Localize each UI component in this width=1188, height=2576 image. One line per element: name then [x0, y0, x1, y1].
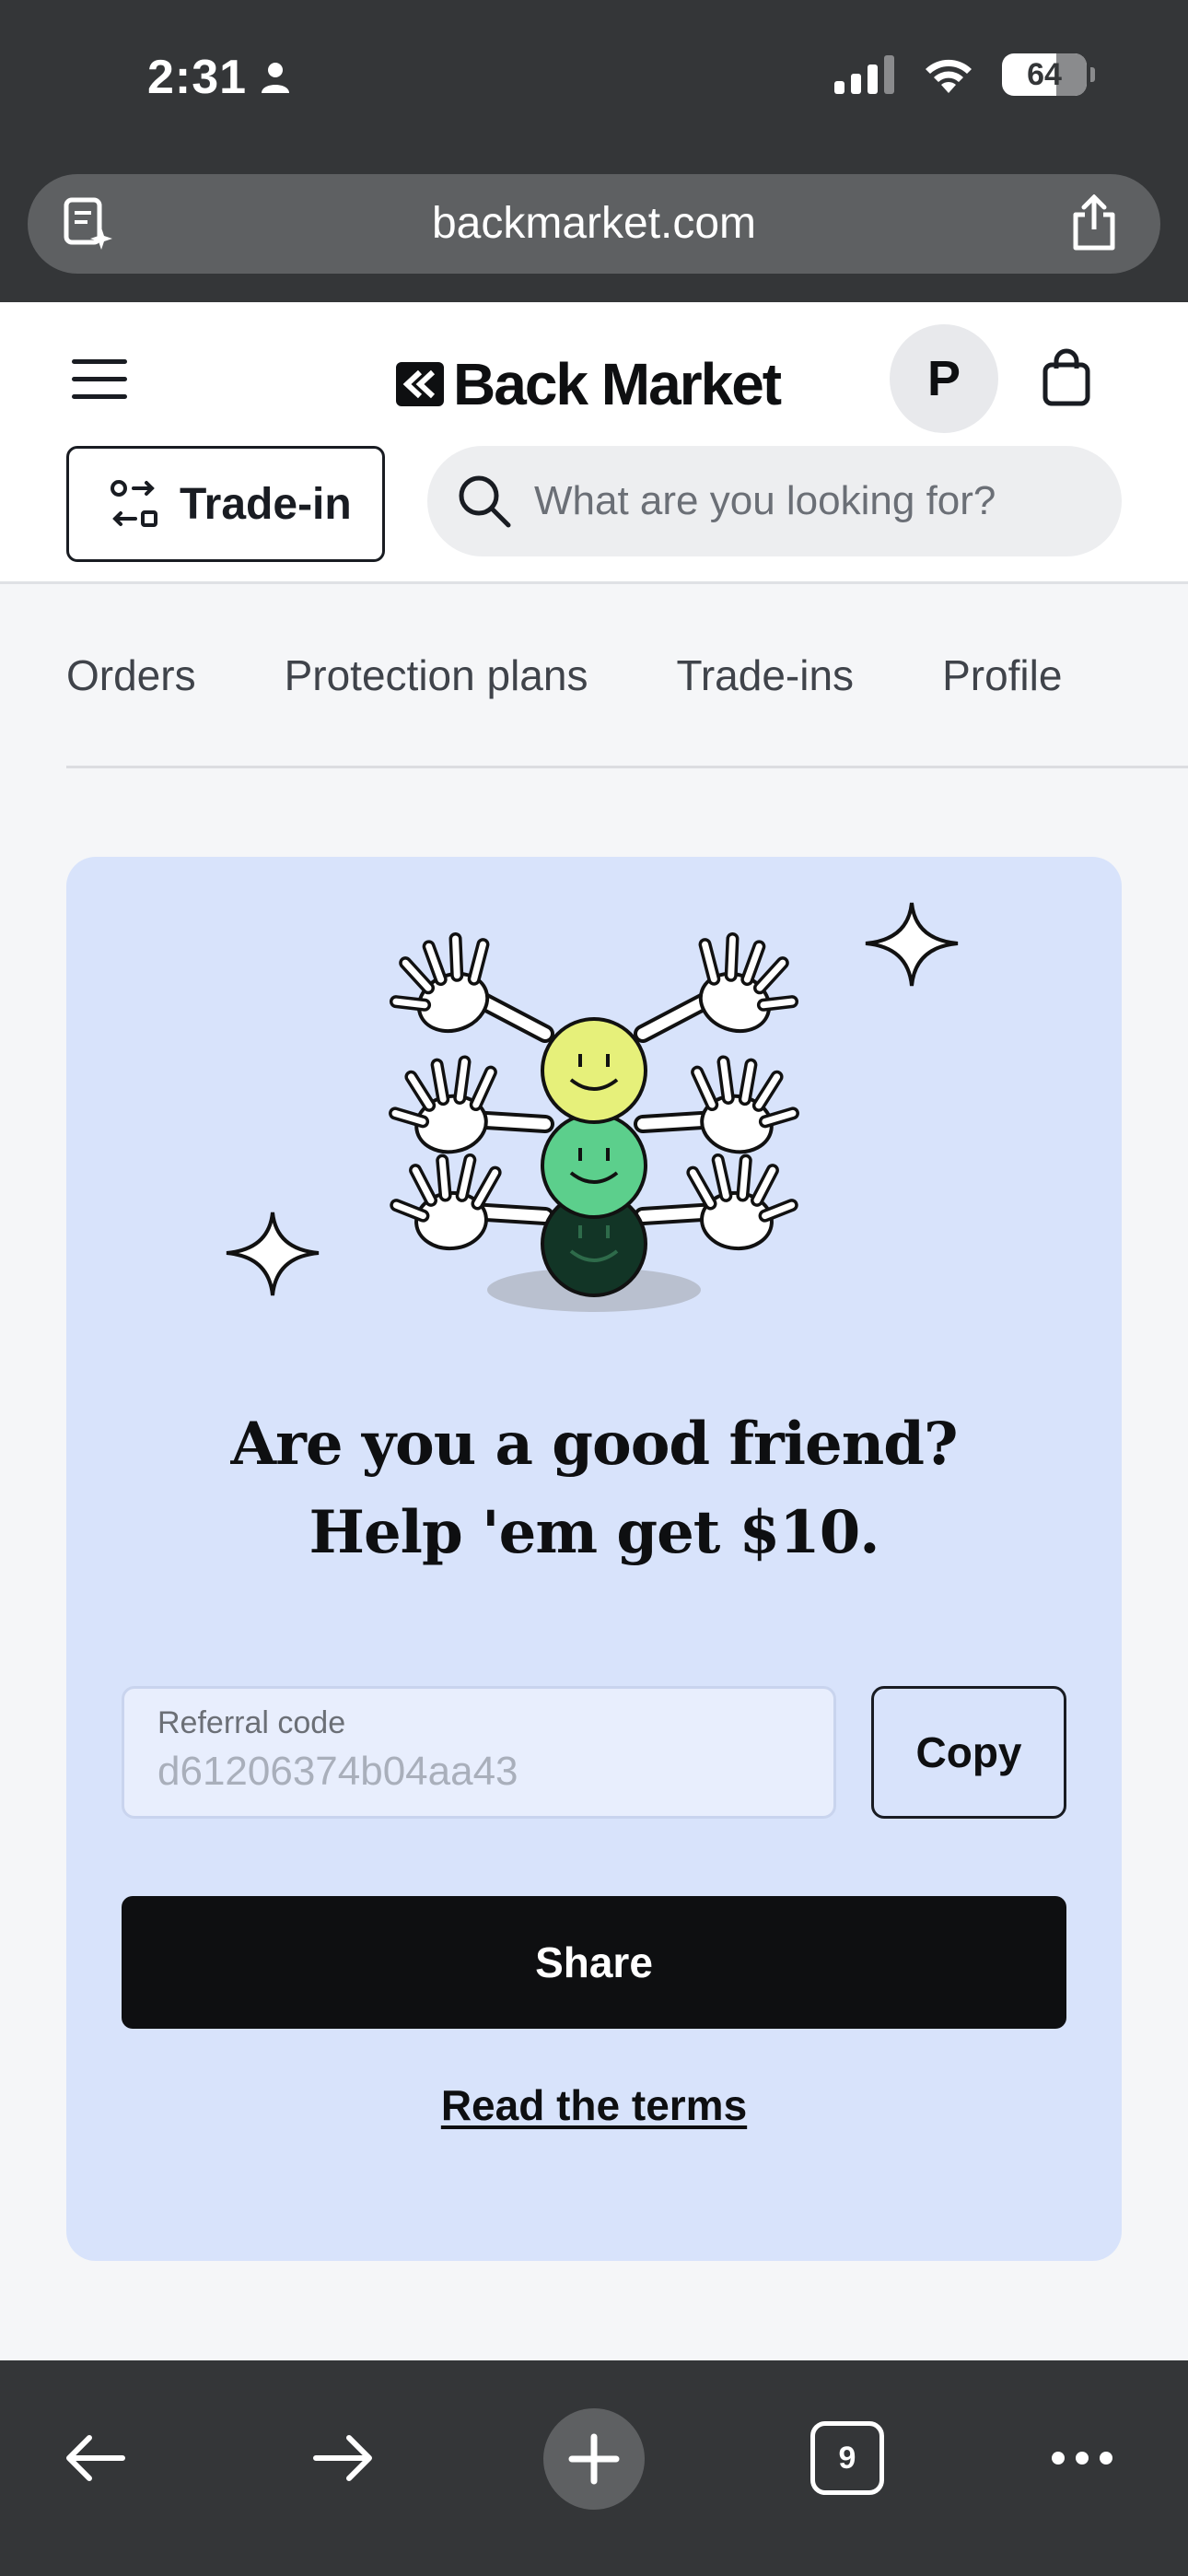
referral-code-value[interactable]: d61206374b04aa43 [157, 1749, 800, 1795]
headline-line-2: Help 'em get $10. [309, 1498, 879, 1567]
wifi-icon [926, 59, 972, 93]
browser-bottom-toolbar: 9 [0, 2360, 1188, 2576]
plus-icon[interactable] [543, 2408, 645, 2510]
referral-card: Are you a good friend? Help 'em get $10.… [66, 857, 1122, 2261]
copy-button[interactable]: Copy [871, 1686, 1066, 1819]
logo-text: Back Market [453, 351, 782, 417]
battery-level: 64 [1027, 56, 1062, 92]
account-tabs: Orders Protection plans Trade-ins Profil… [66, 584, 1188, 768]
battery-indicator: 64 [1002, 53, 1095, 96]
tab-protection-plans[interactable]: Protection plans [285, 650, 588, 700]
trade-in-label: Trade-in [180, 479, 352, 529]
tab-trade-ins[interactable]: Trade-ins [676, 650, 854, 700]
ellipsis-icon[interactable] [1031, 2412, 1133, 2504]
site-header: Back Market P Trade-in [0, 302, 1188, 584]
logo-mark-icon [396, 362, 444, 406]
browser-top-chrome: 2:31 64 backmarket.com [0, 0, 1188, 302]
referral-headline: Are you a good friend? Help 'em get $10. [66, 1400, 1122, 1577]
signal-icon [834, 55, 894, 94]
headline-line-1: Are you a good friend? [230, 1410, 958, 1479]
hamburger-icon[interactable] [72, 359, 127, 400]
back-market-logo[interactable]: Back Market [396, 350, 782, 418]
share-icon[interactable] [1068, 194, 1120, 252]
tab-orders[interactable]: Orders [66, 650, 196, 700]
arrow-left-icon[interactable] [44, 2412, 146, 2504]
search-input[interactable] [534, 478, 1105, 524]
account-avatar[interactable]: P [890, 324, 998, 433]
smiley-hands-illustration [226, 902, 959, 1312]
read-terms-link[interactable]: Read the terms [66, 2080, 1122, 2130]
url-text[interactable]: backmarket.com [28, 174, 1160, 274]
swap-icon [111, 480, 157, 527]
status-time: 2:31 [147, 50, 293, 105]
tab-count-button[interactable]: 9 [810, 2421, 884, 2495]
status-indicators: 64 [834, 53, 1095, 96]
search-icon [459, 475, 511, 528]
person-icon [262, 63, 290, 93]
shopping-bag-icon[interactable] [1041, 348, 1092, 407]
search-bar[interactable] [427, 446, 1122, 556]
status-time-text: 2:31 [147, 51, 248, 104]
url-bar[interactable]: backmarket.com [28, 174, 1160, 274]
arrow-right-icon[interactable] [293, 2412, 394, 2504]
referral-code-field[interactable]: Referral code d61206374b04aa43 [122, 1686, 836, 1819]
trade-in-button[interactable]: Trade-in [66, 446, 385, 562]
referral-code-label: Referral code [157, 1705, 346, 1740]
share-button[interactable]: Share [122, 1896, 1066, 2029]
tab-profile[interactable]: Profile [942, 650, 1062, 700]
